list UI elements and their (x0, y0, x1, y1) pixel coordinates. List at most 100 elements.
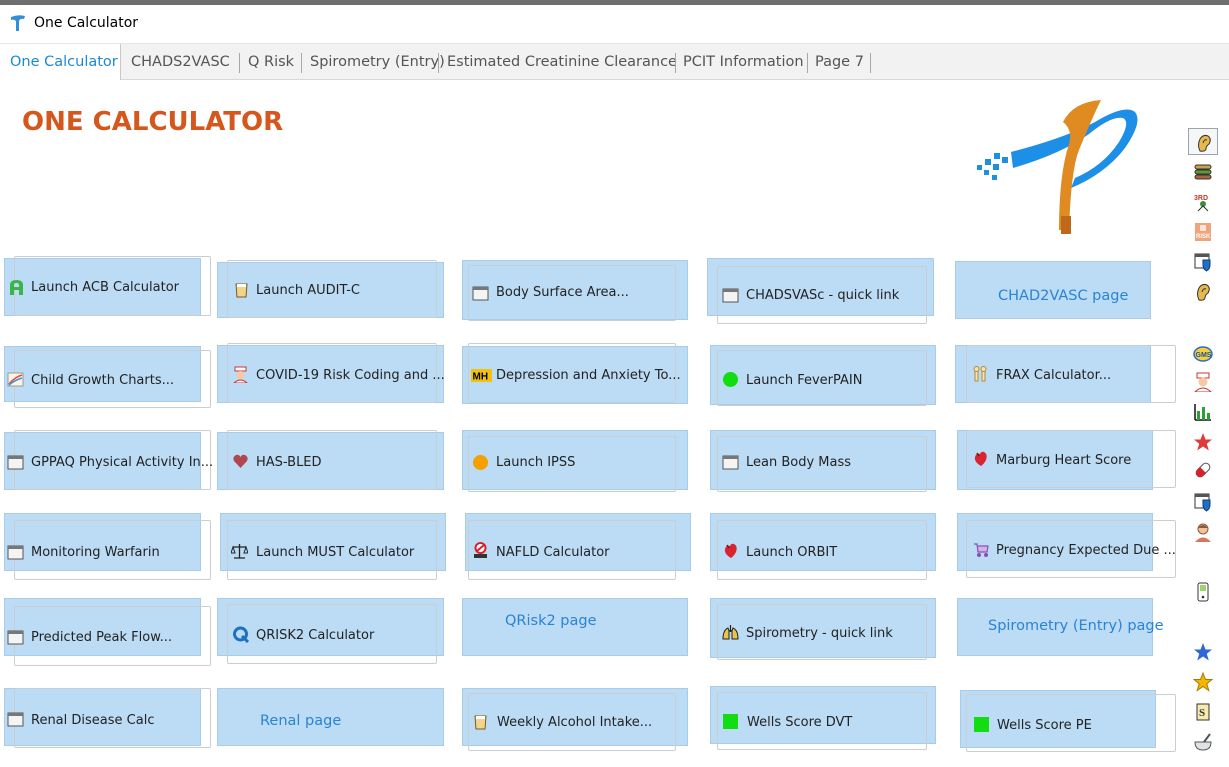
sidebar-blue-star-button[interactable] (1188, 638, 1218, 665)
weekly-alcohol-intake-label: Weekly Alcohol Intake... (497, 715, 653, 730)
sidebar-risk-button[interactable]: RISK (1188, 218, 1218, 245)
sidebar-ear-button-2[interactable] (1188, 278, 1218, 305)
wells-score-dvt-label: Wells Score DVT (747, 715, 853, 730)
qrisk-q-icon (233, 626, 249, 643)
pram-icon (974, 543, 989, 557)
tab-spirometry-entry[interactable]: Spirometry (Entry) (310, 44, 445, 80)
pill-icon (1195, 462, 1211, 478)
mortar-icon (1194, 733, 1212, 751)
title-bar: One Calculator (0, 5, 1229, 43)
acb-letter-icon (10, 280, 23, 295)
shield-window-icon (1194, 493, 1211, 512)
tab-page-7[interactable]: Page 7 (815, 44, 864, 80)
window-title: One Calculator (34, 15, 139, 31)
gms-icon: GMS (1193, 346, 1213, 362)
predicted-peak-flow-label: Predicted Peak Flow... (31, 630, 173, 645)
no-entry-icon (474, 542, 487, 558)
person-icon (1195, 523, 1211, 542)
sidebar-3rd-party-button[interactable]: 3RD (1188, 188, 1218, 215)
tab-separator (807, 53, 808, 73)
ribbon-logo-icon (977, 100, 1138, 234)
monitoring-warfarin-label: Monitoring Warfarin (31, 545, 160, 560)
window-icon (7, 545, 24, 560)
phone-icon (1197, 582, 1209, 602)
sidebar-phone-button[interactable] (1188, 578, 1218, 605)
pregnancy-due-date-label: Pregnancy Expected Due ... (996, 543, 1176, 558)
tab-one-calculator[interactable]: One Calculator (0, 44, 121, 80)
svg-text:GMS: GMS (1196, 352, 1212, 359)
window-icon (722, 455, 739, 470)
tab-separator (301, 53, 302, 73)
orange-dot-icon (473, 455, 488, 470)
sidebar-gms-button[interactable]: GMS (1188, 340, 1218, 367)
ear-icon (1197, 283, 1210, 301)
svg-text:MH: MH (473, 372, 489, 383)
tab-estimated-creatinine-clearance[interactable]: Estimated Creatinine Clearance (447, 44, 677, 80)
sidebar-shield-window-button[interactable] (1188, 248, 1218, 275)
bar-chart-icon (1194, 404, 1211, 421)
tab-q-risk[interactable]: Q Risk (248, 44, 294, 80)
ipss-label: Launch IPSS (496, 455, 576, 470)
tab-separator (870, 53, 871, 73)
window-icon (472, 286, 489, 301)
tab-bar: One Calculator CHADS2VASC Q Risk Spirome… (0, 43, 1229, 80)
scroll-icon: S (1196, 703, 1210, 721)
sidebar-pill-button[interactable] (1188, 456, 1218, 483)
audit-c-label: Launch AUDIT-C (256, 283, 360, 298)
mh-badge-icon: MH (471, 369, 492, 383)
nafld-calculator-label: NAFLD Calculator (496, 545, 610, 560)
sidebar-gold-star-button[interactable] (1188, 668, 1218, 695)
sidebar-ear-button[interactable] (1188, 128, 1218, 155)
ear-icon (1198, 134, 1211, 152)
stack-icon (1194, 164, 1212, 180)
window-icon (7, 455, 24, 470)
tab-separator (239, 53, 240, 73)
child-growth-charts-label: Child Growth Charts... (31, 373, 175, 388)
marburg-heart-score-label: Marburg Heart Score (996, 453, 1132, 468)
beer-glass-icon (474, 715, 487, 730)
tab-chads2vasc[interactable]: CHADS2VASC (131, 44, 230, 80)
tab-pcit-information[interactable]: PCIT Information (683, 44, 804, 80)
spirometry-quick-link-label: Spirometry - quick link (746, 626, 893, 641)
app-logo-icon (11, 15, 25, 31)
svg-text:S: S (1199, 707, 1205, 719)
tab-separator (438, 53, 439, 73)
renal-page-label: Renal page (260, 713, 342, 729)
growth-chart-icon (7, 372, 24, 387)
chad2vasc-page-label: CHAD2VASC page (998, 288, 1129, 304)
scales-icon (231, 544, 248, 559)
bones-icon (973, 366, 987, 382)
3rd-party-icon: 3RD (1194, 195, 1209, 212)
heart-icon (233, 454, 248, 468)
sidebar-red-star-button[interactable] (1188, 428, 1218, 455)
red-star-icon (1194, 433, 1212, 451)
heart-organ-icon (724, 543, 737, 558)
sidebar-mortar-button[interactable] (1188, 728, 1218, 755)
sidebar-scroll-button[interactable]: S (1188, 698, 1218, 725)
covid-19-risk-coding-label: COVID-19 Risk Coding and ... (256, 368, 445, 383)
blue-star-icon (1194, 643, 1212, 661)
depression-anxiety-label: Depression and Anxiety To... (496, 368, 681, 383)
green-dot-icon (723, 372, 738, 387)
gold-star-icon (1193, 672, 1213, 692)
lungs-icon (722, 625, 739, 640)
shield-window-icon (1194, 253, 1211, 272)
lean-body-mass-label: Lean Body Mass (746, 455, 852, 470)
nurse-icon (1194, 372, 1212, 392)
spirometry-entry-page-label: Spirometry (Entry) page (988, 618, 1164, 634)
sidebar-bar-chart-button[interactable] (1188, 398, 1218, 425)
acb-calculator-label: Launch ACB Calculator (31, 280, 180, 295)
heart-organ-icon (974, 451, 987, 466)
sidebar-person-button[interactable] (1188, 518, 1218, 545)
green-square-icon (723, 714, 738, 729)
sidebar-nurse-button[interactable] (1188, 368, 1218, 395)
sidebar-stack-button[interactable] (1188, 158, 1218, 185)
tab-separator (675, 53, 676, 73)
feverpain-label: Launch FeverPAIN (746, 373, 863, 388)
renal-disease-calc-label: Renal Disease Calc (31, 713, 155, 728)
window-icon (722, 288, 739, 303)
body-surface-area-label: Body Surface Area... (496, 285, 629, 300)
nurse-icon (233, 366, 248, 383)
svg-text:RISK: RISK (1196, 234, 1211, 240)
sidebar-shield-window-button-2[interactable] (1188, 488, 1218, 515)
